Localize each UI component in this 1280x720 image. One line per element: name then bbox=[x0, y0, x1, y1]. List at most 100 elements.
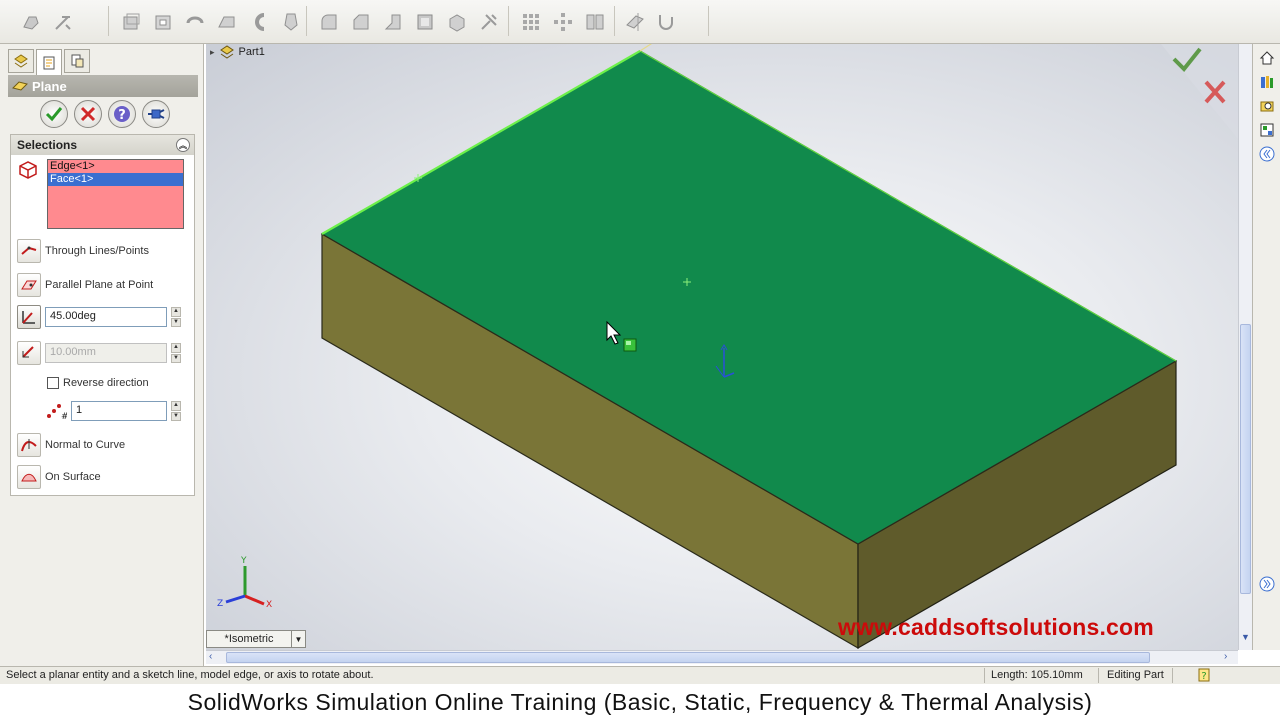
command-toolbar bbox=[0, 0, 1280, 44]
model-canvas[interactable]: Y X Z bbox=[206, 44, 1238, 650]
part-icon bbox=[219, 45, 234, 59]
distance-spinner[interactable]: ▲ ▼ bbox=[171, 343, 181, 363]
scroll-left-icon[interactable]: ‹ bbox=[209, 651, 212, 662]
chamfer-button[interactable] bbox=[348, 9, 374, 35]
vertical-scrollbar[interactable]: ▼ bbox=[1238, 44, 1252, 650]
flyout-feature-tree: ▸ Part1 bbox=[210, 45, 265, 59]
scroll-right-icon[interactable]: › bbox=[1224, 651, 1227, 662]
task-pane-strip bbox=[1252, 44, 1280, 650]
view-orientation-select[interactable]: *Isometric ▼ bbox=[206, 630, 306, 648]
linear-pattern-button[interactable] bbox=[518, 9, 544, 35]
wrap-button[interactable] bbox=[444, 9, 470, 35]
tab-property-manager[interactable] bbox=[36, 49, 62, 75]
reverse-direction-checkbox[interactable] bbox=[47, 377, 59, 389]
through-lines-icon bbox=[21, 246, 37, 255]
on-surface-label: On Surface bbox=[45, 471, 101, 483]
help-status-icon[interactable]: ? bbox=[1198, 668, 1210, 685]
on-surface-button[interactable] bbox=[17, 465, 41, 489]
toolbar-group-reference bbox=[622, 6, 680, 38]
status-hint: Select a planar entity and a sketch line… bbox=[6, 669, 374, 681]
toolbar-group-pattern bbox=[518, 6, 608, 38]
tree-root-label[interactable]: Part1 bbox=[239, 46, 265, 58]
toolbar-group-sketch bbox=[18, 6, 76, 38]
parallel-plane-button[interactable] bbox=[17, 273, 41, 297]
selection-entity-icon-wrap bbox=[17, 159, 39, 186]
design-library-button[interactable] bbox=[1257, 72, 1277, 92]
intersect-button[interactable] bbox=[476, 9, 502, 35]
ok-button[interactable] bbox=[40, 100, 68, 128]
draft-button[interactable] bbox=[278, 9, 304, 35]
scroll-down-icon[interactable]: ▼ bbox=[1241, 632, 1250, 642]
selection-item-face[interactable]: Face<1> bbox=[48, 173, 183, 186]
through-lines-button[interactable] bbox=[17, 239, 41, 263]
confirmation-corner bbox=[1161, 44, 1238, 139]
parallel-plane-icon bbox=[21, 280, 37, 290]
help-button[interactable]: ? bbox=[108, 100, 136, 128]
loft-button[interactable] bbox=[246, 9, 272, 35]
expand-task-pane-button[interactable] bbox=[1257, 144, 1277, 164]
circular-pattern-button[interactable] bbox=[550, 9, 576, 35]
offset-distance-icon bbox=[22, 346, 34, 358]
reverse-direction-row: Reverse direction bbox=[47, 377, 149, 389]
distance-input[interactable]: 10.00mm bbox=[45, 343, 167, 363]
horizontal-scroll-thumb[interactable] bbox=[226, 652, 1150, 663]
selections-group-header[interactable]: Selections ︽ bbox=[11, 135, 194, 155]
view-orientation-label: *Isometric bbox=[224, 633, 274, 645]
collapse-task-pane-button[interactable] bbox=[1257, 574, 1277, 594]
tree-expand-icon[interactable]: ▸ bbox=[210, 47, 215, 58]
selection-listbox[interactable]: Edge<1> Face<1> bbox=[47, 159, 184, 229]
revolve-button[interactable] bbox=[182, 9, 208, 35]
instances-spinner[interactable]: ▲ ▼ bbox=[171, 401, 181, 421]
selection-item-edge[interactable]: Edge<1> bbox=[48, 160, 183, 173]
extruded-cut-button[interactable] bbox=[150, 9, 176, 35]
design-library-icon bbox=[1260, 76, 1273, 88]
instances-row: # 1 ▲▼ bbox=[45, 401, 181, 421]
draft-icon bbox=[284, 13, 298, 31]
reference-geometry-button[interactable] bbox=[622, 9, 648, 35]
feature-tree-icon bbox=[14, 54, 28, 68]
tab-configuration-manager[interactable] bbox=[64, 49, 90, 73]
normal-to-curve-button[interactable] bbox=[17, 433, 41, 457]
vertical-scroll-thumb[interactable] bbox=[1240, 324, 1251, 594]
chamfer-icon bbox=[353, 14, 369, 30]
fillet-button[interactable] bbox=[316, 9, 342, 35]
tab-feature-manager[interactable] bbox=[8, 49, 34, 73]
instances-input[interactable]: 1 bbox=[71, 401, 167, 421]
angle-row: 45.00deg ▲ ▼ bbox=[17, 305, 181, 329]
edge-extension-hint bbox=[639, 44, 652, 52]
solidworks-resources-button[interactable] bbox=[1257, 48, 1277, 68]
file-explorer-button[interactable] bbox=[1257, 96, 1277, 116]
graphics-viewport[interactable]: Y X Z bbox=[206, 44, 1238, 650]
linear-pattern-icon bbox=[523, 14, 539, 30]
view-palette-button[interactable] bbox=[1257, 120, 1277, 140]
sketch-button[interactable] bbox=[18, 9, 44, 35]
property-manager-actions: ? bbox=[40, 100, 170, 128]
sweep-button[interactable] bbox=[214, 9, 240, 35]
mirror-button[interactable] bbox=[582, 9, 608, 35]
rib-button[interactable] bbox=[380, 9, 406, 35]
at-angle-button[interactable] bbox=[17, 305, 41, 329]
dropdown-arrow-icon[interactable]: ▼ bbox=[291, 631, 305, 647]
cut-icon bbox=[155, 15, 171, 30]
horizontal-scrollbar[interactable]: ‹ › bbox=[206, 650, 1238, 664]
angle-spinner[interactable]: ▲ ▼ bbox=[171, 307, 181, 327]
offset-distance-button[interactable] bbox=[17, 341, 41, 365]
smart-dimension-button[interactable] bbox=[50, 9, 76, 35]
pushpin-button[interactable] bbox=[142, 100, 170, 128]
collapse-up-icon[interactable]: ︽ bbox=[176, 138, 190, 152]
normal-to-curve-icon bbox=[21, 439, 37, 452]
cancel-button[interactable] bbox=[74, 100, 102, 128]
status-mode: Editing Part bbox=[1107, 669, 1164, 681]
plane-icon bbox=[12, 81, 28, 91]
video-caption: SolidWorks Simulation Online Training (B… bbox=[0, 684, 1280, 720]
angle-input[interactable]: 45.00deg bbox=[45, 307, 167, 327]
revolve-icon bbox=[186, 16, 204, 24]
extruded-boss-button[interactable] bbox=[118, 9, 144, 35]
through-lines-row: Through Lines/Points bbox=[17, 239, 149, 263]
shell-button[interactable] bbox=[412, 9, 438, 35]
view-palette-icon bbox=[1260, 123, 1273, 137]
cube-selection-icon bbox=[19, 161, 37, 179]
configuration-manager-icon bbox=[71, 54, 84, 68]
curves-button[interactable] bbox=[654, 9, 680, 35]
home-icon bbox=[1259, 51, 1274, 65]
